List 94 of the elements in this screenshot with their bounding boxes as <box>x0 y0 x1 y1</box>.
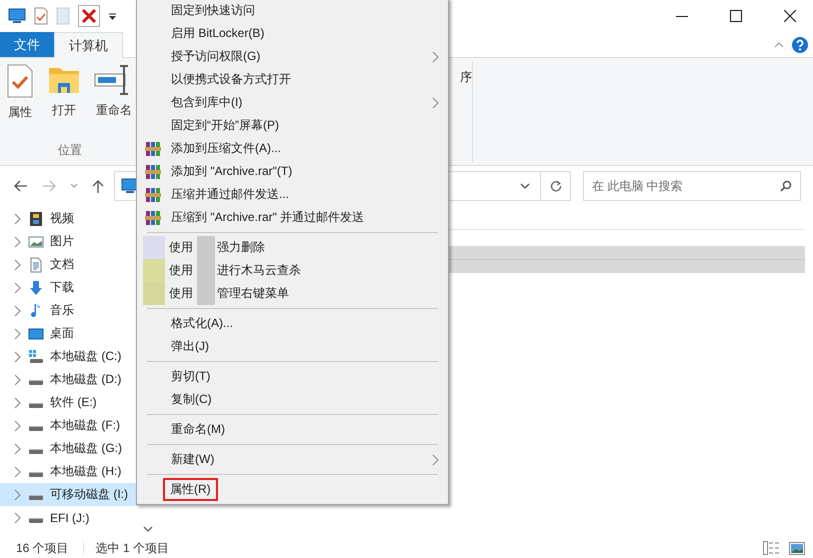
menu-item[interactable]: 使用 进行木马云查杀 <box>137 259 448 282</box>
menu-item[interactable]: 添加到压缩文件(A)... <box>137 137 448 160</box>
tree-item[interactable]: 本地磁盘 (C:) <box>0 345 140 368</box>
drive-icon <box>28 426 44 430</box>
drive-icon <box>28 494 44 500</box>
menu-item-text: 进行木马云查杀 <box>217 262 301 279</box>
tree-item[interactable]: 文档 <box>0 253 140 276</box>
menu-item[interactable]: 固定到“开始”屏幕(P) <box>137 114 448 137</box>
menu-item-text: 使用 <box>169 239 193 256</box>
tree-item[interactable]: 下载 <box>0 276 140 299</box>
drive-icon <box>28 402 44 408</box>
tree-item[interactable]: 图片 <box>0 230 140 253</box>
chevron-right-icon <box>14 350 22 362</box>
chevron-right-icon <box>14 466 22 478</box>
menu-item[interactable]: 压缩并通过邮件发送... <box>137 183 448 206</box>
tree-item[interactable]: 本地磁盘 (D:) <box>0 368 140 391</box>
delete-icon[interactable] <box>78 5 100 27</box>
refresh-icon <box>550 180 562 192</box>
tree-item[interactable]: 桌面 <box>0 322 140 345</box>
menu-item[interactable]: 使用 强力删除 <box>137 236 448 259</box>
chevron-right-icon <box>14 282 22 294</box>
chevron-right-icon <box>14 420 22 432</box>
refresh-button[interactable] <box>541 171 571 201</box>
archive-books-icon <box>145 140 161 156</box>
tree-item[interactable]: 软件 (E:) <box>0 391 140 414</box>
group-label: 位置 <box>58 142 82 159</box>
menu-item[interactable]: 属性(R) <box>137 478 448 501</box>
picture-icon <box>28 234 44 250</box>
tree-item[interactable]: 本地磁盘 (G:) <box>0 437 140 460</box>
menu-item[interactable]: 固定到快速访问 <box>137 0 448 22</box>
menu-item[interactable]: 弹出(J) <box>137 335 448 358</box>
tree-item[interactable]: 可移动磁盘 (I:) <box>0 483 140 506</box>
menu-item[interactable]: 压缩到 "Archive.rar" 并通过邮件发送 <box>137 206 448 229</box>
tree-item[interactable]: 本地磁盘 (F:) <box>0 414 140 437</box>
search-field[interactable]: 在 此电脑 中搜索 <box>583 171 801 201</box>
selection-count: 选中 1 个项目 <box>96 540 170 556</box>
chevron-right-icon <box>14 442 22 454</box>
file-tab[interactable]: 文件 <box>0 32 54 57</box>
chevron-right-icon <box>14 374 22 386</box>
chevron-right-icon <box>14 512 22 524</box>
menu-item-text: 管理右键菜单 <box>217 285 289 302</box>
menu-item[interactable]: 复制(C) <box>137 388 448 411</box>
tree-item[interactable]: 本地磁盘 (H:) <box>0 460 140 483</box>
menu-item[interactable]: 格式化(A)... <box>137 312 448 335</box>
menu-item[interactable]: 使用 管理右键菜单 <box>137 282 448 305</box>
menu-item[interactable]: 新建(W) <box>137 448 448 471</box>
film-icon <box>28 210 44 226</box>
archive-books-icon <box>145 210 161 226</box>
search-icon <box>780 180 792 192</box>
checked-document-icon <box>6 64 34 98</box>
ribbon-tab[interactable]: 计算机 <box>54 32 123 58</box>
item-count: 16 个项目 <box>16 540 70 556</box>
ribbon-button[interactable]: 打开 <box>44 64 84 142</box>
archive-books-icon <box>145 186 161 202</box>
scroll-down-icon[interactable] <box>143 526 153 532</box>
chevron-right-icon <box>14 396 22 408</box>
menu-item[interactable]: 启用 BitLocker(B) <box>137 22 448 45</box>
ribbon-button[interactable]: 属性 <box>2 64 38 142</box>
system-drive-icon <box>28 348 44 364</box>
tree-item[interactable]: 音乐 <box>0 299 140 322</box>
drive-icon <box>28 472 44 476</box>
menu-item[interactable]: 包含到库中(I) <box>137 91 448 114</box>
redaction-block <box>197 236 215 259</box>
tree-item[interactable]: EFI (J:) <box>0 506 140 529</box>
drive-icon <box>28 448 44 454</box>
menu-item[interactable]: 添加到 "Archive.rar"(T) <box>137 160 448 183</box>
chevron-right-icon <box>14 304 22 316</box>
drive-icon <box>28 518 44 522</box>
dropdown-chevron-icon <box>520 183 530 189</box>
maximize-icon[interactable] <box>730 10 742 22</box>
close-icon[interactable] <box>784 10 796 22</box>
dropdown-icon[interactable] <box>108 12 117 20</box>
menu-item[interactable]: 剪切(T) <box>137 365 448 388</box>
menu-item[interactable]: 授予访问权限(G) <box>137 45 448 68</box>
document-icon <box>28 256 44 272</box>
archive-books-icon <box>145 164 161 180</box>
chevron-right-icon <box>14 236 22 248</box>
chevron-right-icon <box>14 328 22 340</box>
drive-icon <box>28 380 44 384</box>
ribbon-button-label: 序 <box>460 69 472 86</box>
chevron-right-icon <box>14 258 22 270</box>
desktop-icon <box>28 326 44 342</box>
computer-icon[interactable] <box>8 8 26 24</box>
menu-item[interactable]: 以便携式设备方式打开 <box>137 68 448 91</box>
redaction-block <box>197 282 215 305</box>
menu-item[interactable]: 重命名(M) <box>137 418 448 441</box>
menu-item-text: 使用 <box>169 285 193 302</box>
download-arrow-icon <box>28 280 44 296</box>
properties-icon[interactable] <box>34 7 48 25</box>
tree-item[interactable]: 视频 <box>0 207 140 230</box>
chevron-right-icon <box>14 212 22 224</box>
menu-item-text: 强力删除 <box>217 239 265 256</box>
chevron-right-icon <box>14 488 22 500</box>
menu-item-text: 使用 <box>169 262 193 279</box>
